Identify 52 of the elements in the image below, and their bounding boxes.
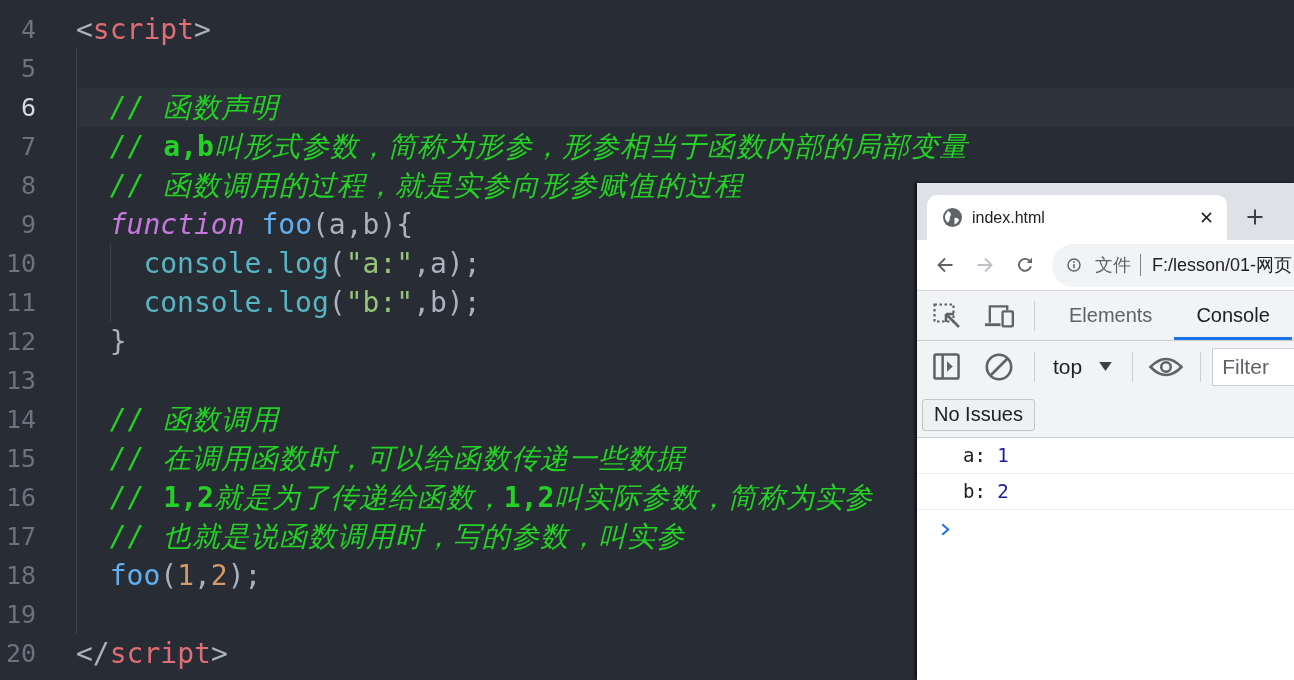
line-number: 18 [4, 560, 36, 592]
line-number: 11 [4, 287, 36, 319]
reload-icon[interactable] [1017, 257, 1033, 273]
eye-icon[interactable] [1149, 355, 1184, 378]
line-number: 7 [19, 131, 36, 163]
globe-icon [943, 208, 962, 227]
info-icon[interactable] [1067, 258, 1081, 272]
line-number: 5 [19, 53, 36, 85]
line-number: 10 [4, 248, 36, 280]
sidebar-icon[interactable] [933, 353, 960, 380]
code-comment: // 函数调用 [109, 402, 280, 438]
code-line: } [109, 324, 127, 360]
code-comment: // a,b叫形式参数，简称为形参，形参相当于函数内部的局部变量 [109, 129, 968, 165]
context-selector[interactable]: top [1045, 348, 1121, 385]
plus-icon[interactable] [1247, 209, 1263, 225]
back-arrow-icon[interactable] [937, 257, 953, 273]
line-number: 19 [4, 599, 36, 631]
browser-tab[interactable]: index.html [927, 195, 1227, 240]
code-line: foo(1,2); [109, 558, 262, 594]
filter-field[interactable]: Filter [1212, 347, 1294, 386]
line-number: 4 [19, 14, 36, 46]
issues-button[interactable]: No Issues [922, 398, 1035, 431]
code-line: </script> [76, 636, 228, 672]
code-comment: // 在调用函数时，可以给函数传递一些数据 [109, 441, 686, 477]
close-icon[interactable] [1201, 212, 1212, 223]
chevron-icon [941, 523, 950, 536]
line-number: 16 [4, 482, 36, 514]
line-number: 20 [4, 638, 36, 670]
line-number: 17 [4, 521, 36, 553]
devtools-tab[interactable]: Elements [1047, 291, 1175, 340]
inspect-icon[interactable] [933, 302, 961, 329]
console-message: b: 2 [917, 474, 1294, 510]
code-comment: // 也就是说函数调用时，写的参数，叫实参 [109, 519, 686, 555]
code-line: console.log("a:",a); [143, 246, 481, 282]
console-message: a: 1 [917, 438, 1294, 474]
line-number: 13 [4, 365, 36, 397]
caret-icon [1099, 362, 1113, 371]
device-icon[interactable] [985, 302, 1014, 329]
line-number: 9 [19, 209, 36, 241]
line-number: 14 [4, 404, 36, 436]
line-number: 8 [19, 170, 36, 202]
code-comment: // 1,2就是为了传递给函数，1,2叫实际参数，简称为实参 [109, 480, 874, 516]
line-number: 12 [4, 326, 36, 358]
code-comment: // 函数声明 [109, 90, 280, 126]
circle-slash-icon[interactable] [985, 352, 1013, 381]
code-line: <script> [76, 12, 211, 48]
code-line: function foo(a,b){ [109, 207, 414, 243]
code-comment: // 函数调用的过程，就是实参向形参赋值的过程 [109, 168, 744, 204]
code-line: console.log("b:",b); [143, 285, 481, 321]
address-bar[interactable]: 文件 F:/lesson/01-网页 [1052, 243, 1294, 287]
line-number: 6 [19, 92, 36, 124]
line-number: 15 [4, 443, 36, 475]
